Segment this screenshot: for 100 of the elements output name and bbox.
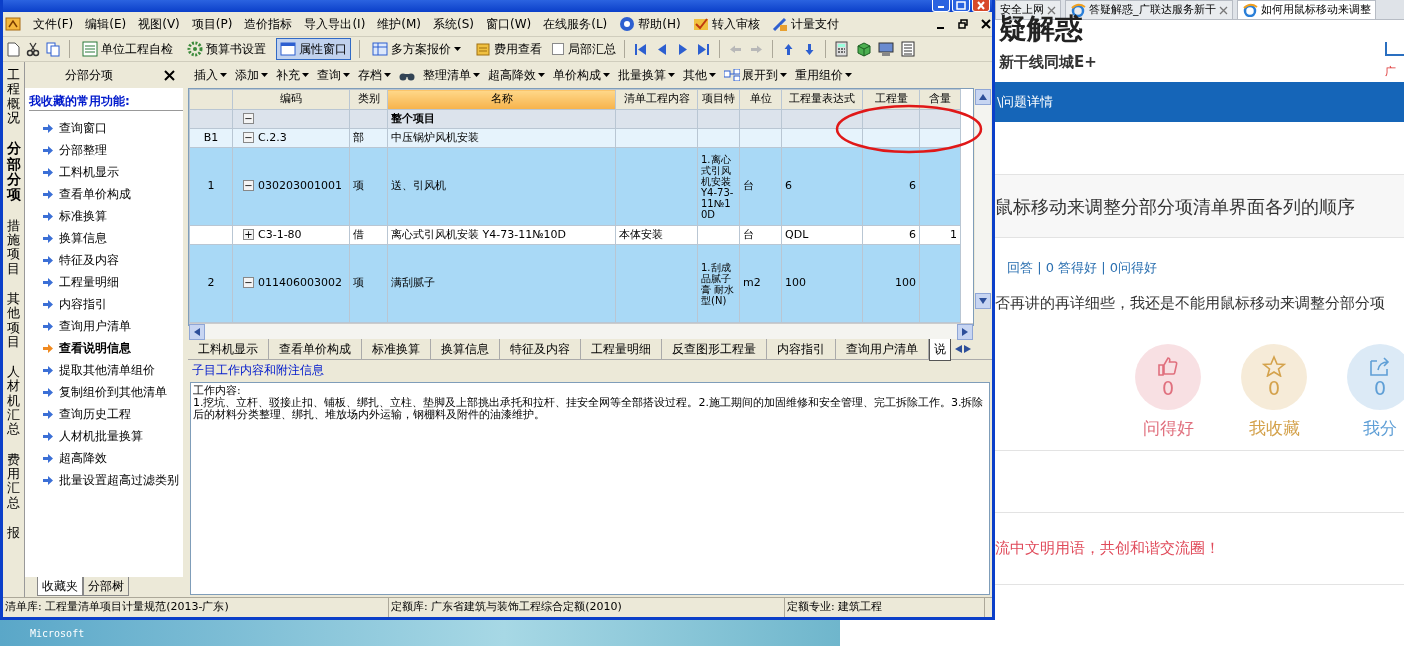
- side-tab[interactable]: 其他项目: [7, 291, 20, 350]
- tree-toggle[interactable]: −: [243, 131, 254, 143]
- skip-end-icon[interactable]: [696, 41, 711, 57]
- close-icon[interactable]: [981, 18, 992, 30]
- menu-item[interactable]: 计量支付: [771, 15, 839, 33]
- function-link[interactable]: 复制组价到其他清单: [25, 381, 183, 403]
- detail-tab[interactable]: 内容指引: [767, 337, 836, 360]
- tree-toggle[interactable]: +: [243, 228, 254, 240]
- copy-icon[interactable]: [46, 41, 61, 57]
- function-link[interactable]: 特征及内容: [25, 249, 183, 271]
- cell-text: 项: [353, 179, 364, 193]
- tree-toggle[interactable]: −: [243, 180, 254, 192]
- scroll-up-button[interactable]: [975, 89, 991, 105]
- menu-item[interactable]: 帮助(H): [619, 15, 681, 33]
- menu-item[interactable]: 造价指标: [244, 15, 293, 33]
- toolbar-menu[interactable]: 超高降效: [488, 66, 545, 84]
- detail-tab[interactable]: 换算信息: [431, 337, 500, 360]
- panel-tab[interactable]: 分部树: [83, 577, 129, 596]
- side-tab[interactable]: 报: [7, 525, 20, 541]
- column-header[interactable]: 项目特: [697, 89, 740, 110]
- side-tab[interactable]: 措施项目: [7, 218, 20, 276]
- side-tab[interactable]: 工程概况: [7, 68, 20, 126]
- toolbar-menu[interactable]: 查询: [317, 66, 350, 84]
- monitor-icon[interactable]: [878, 41, 894, 57]
- menu-item[interactable]: 编辑(E): [85, 15, 127, 33]
- column-header[interactable]: 清单工程内容: [615, 89, 698, 110]
- toolbar-menu[interactable]: 批量换算: [618, 66, 675, 84]
- column-header[interactable]: 单位: [739, 89, 782, 110]
- toolbar-menu[interactable]: 展开到: [724, 66, 787, 84]
- toolbar-button[interactable]: 多方案报价: [368, 38, 465, 60]
- menu-item[interactable]: 文件(F): [33, 15, 74, 33]
- detail-tab[interactable]: 特征及内容: [500, 337, 581, 360]
- function-link[interactable]: 分部整理: [25, 139, 183, 161]
- list-icon[interactable]: [900, 41, 916, 57]
- menu-item[interactable]: 导入导出(I): [304, 15, 366, 33]
- toolbar-menu[interactable]: 单价构成: [553, 66, 610, 84]
- tab-scroll-right-icon[interactable]: [962, 344, 971, 353]
- skip-start-icon[interactable]: [633, 41, 648, 57]
- scroll-right-button[interactable]: [957, 324, 973, 340]
- column-header[interactable]: 编码: [232, 89, 350, 110]
- scroll-down-button[interactable]: [975, 293, 991, 309]
- browser-tab[interactable]: 如何用鼠标移动来调整: [1236, 0, 1376, 19]
- function-link[interactable]: 工程量明细: [25, 271, 183, 293]
- detail-tab[interactable]: 标准换算: [362, 337, 431, 360]
- breadcrumb-link[interactable]: \问题详情: [997, 92, 1054, 112]
- function-link[interactable]: 人材机批量换算: [25, 425, 183, 447]
- function-link[interactable]: 标准换算: [25, 205, 183, 227]
- cube-icon[interactable]: [856, 41, 872, 57]
- scroll-left-button[interactable]: [189, 324, 205, 340]
- menu-item[interactable]: 视图(V): [138, 15, 180, 33]
- calculator-icon[interactable]: [834, 41, 850, 57]
- function-link[interactable]: 批量设置超高过滤类别: [25, 469, 183, 491]
- column-header[interactable]: 名称: [387, 89, 616, 110]
- tree-toggle[interactable]: −: [243, 112, 254, 124]
- menu-item[interactable]: 系统(S): [433, 15, 474, 33]
- function-link[interactable]: 提取其他清单组价: [25, 359, 183, 381]
- toolbar-button[interactable]: 单位工程自检: [78, 38, 177, 60]
- function-link[interactable]: 查询窗口: [25, 117, 183, 139]
- tree-toggle[interactable]: −: [243, 277, 254, 289]
- function-link[interactable]: 查询历史工程: [25, 403, 183, 425]
- toolbar-menu[interactable]: 整理清单: [423, 66, 480, 84]
- toolbar-button[interactable]: 属性窗口: [276, 38, 351, 60]
- toolbar-menu[interactable]: 补充: [276, 66, 309, 84]
- close-button[interactable]: [164, 69, 175, 81]
- detail-tab[interactable]: 工程量明细: [581, 337, 662, 360]
- new-document-icon[interactable]: [7, 41, 20, 57]
- toolbar-button[interactable]: 费用查看: [471, 38, 546, 60]
- panel-tab[interactable]: 收藏夹: [37, 577, 83, 596]
- column-header[interactable]: 类别: [349, 89, 388, 110]
- toolbar-button[interactable]: 预算书设置: [183, 38, 270, 60]
- function-link[interactable]: 换算信息: [25, 227, 183, 249]
- side-tab[interactable]: 人材机汇总: [7, 365, 20, 437]
- function-link[interactable]: 查询用户清单: [25, 315, 183, 337]
- function-link[interactable]: 查看说明信息: [25, 337, 183, 359]
- function-link[interactable]: 查看单价构成: [25, 183, 183, 205]
- toolbar-menu[interactable]: 插入: [194, 66, 227, 84]
- minimize-button[interactable]: [932, 0, 950, 12]
- maximize-button[interactable]: [952, 0, 970, 12]
- function-link[interactable]: 工料机显示: [25, 161, 183, 183]
- function-link[interactable]: 超高降效: [25, 447, 183, 469]
- menu-item[interactable]: 窗口(W): [486, 15, 532, 33]
- detail-tab[interactable]: 查看单价构成: [269, 337, 362, 360]
- toolbar-menu[interactable]: 存档: [358, 66, 391, 84]
- detail-tab[interactable]: 反查图形工程量: [662, 337, 767, 360]
- menu-item[interactable]: 项目(P): [191, 15, 233, 33]
- checkbox[interactable]: [552, 43, 564, 55]
- scissors-icon[interactable]: [26, 41, 40, 57]
- menu-item[interactable]: 转入审核: [692, 15, 760, 33]
- detail-tab[interactable]: 工料机显示: [188, 337, 269, 360]
- column-header[interactable]: 工程量表达式: [781, 89, 863, 110]
- toolbar-menu[interactable]: 重用组价: [795, 66, 852, 84]
- side-tab[interactable]: 分部分项: [6, 141, 21, 203]
- function-link[interactable]: 内容指引: [25, 293, 183, 315]
- menu-item[interactable]: 维护(M): [377, 15, 422, 33]
- toolbar-menu[interactable]: 添加: [235, 66, 268, 84]
- restore-icon[interactable]: [958, 18, 969, 30]
- menu-item[interactable]: 在线服务(L): [543, 15, 608, 33]
- toolbar-menu[interactable]: 其他: [683, 66, 716, 84]
- side-tab[interactable]: 费用汇总: [7, 452, 20, 510]
- tab-scroll-left-icon[interactable]: [955, 344, 962, 353]
